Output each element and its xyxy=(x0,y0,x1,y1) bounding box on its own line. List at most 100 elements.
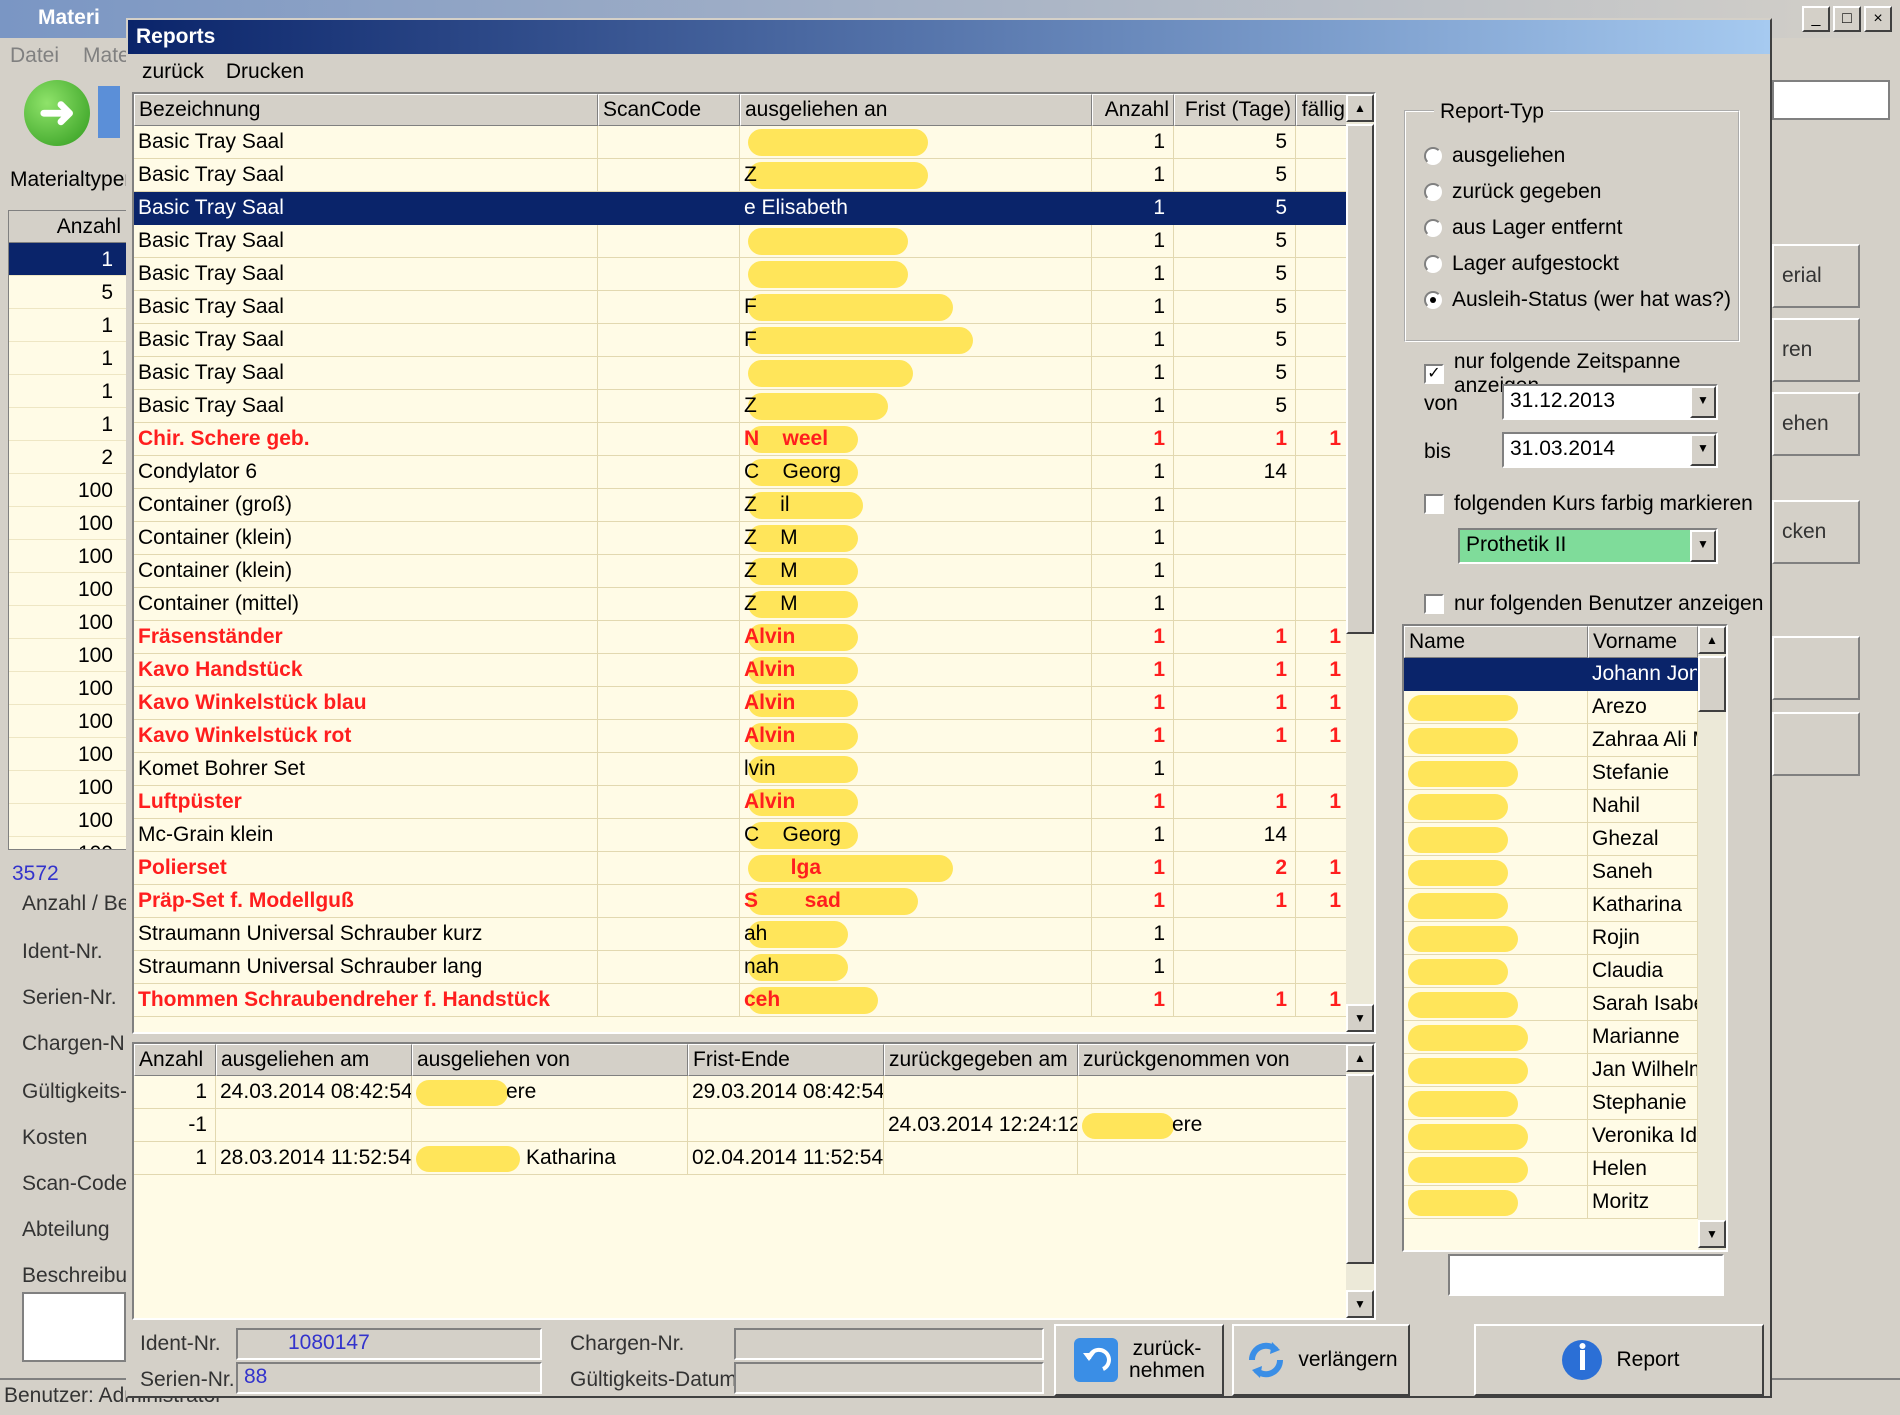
table-row[interactable]: Luftpüster Alvin 1 1 1 xyxy=(134,786,1350,819)
column-header[interactable]: ausgeliehen am xyxy=(216,1044,412,1076)
table-row[interactable]: Container (groß) Z il 1 xyxy=(134,489,1350,522)
zeitspanne-check-icon[interactable]: ✓ xyxy=(1424,364,1444,384)
column-header[interactable]: Frist-Ende xyxy=(688,1044,884,1076)
verlaengern-button[interactable]: verlängern xyxy=(1232,1324,1410,1396)
scroll-thumb[interactable] xyxy=(1698,656,1726,712)
column-header[interactable]: Vorname xyxy=(1588,626,1698,658)
table-row[interactable]: Präp-Set f. Modellguß S sad 1 1 1 xyxy=(134,885,1350,918)
table-row[interactable]: Basic Tray Saal Z 1 5 xyxy=(134,390,1350,423)
column-header[interactable]: zurückgenommen von xyxy=(1078,1044,1362,1076)
scroll-up-icon[interactable]: ▲ xyxy=(1346,1044,1374,1072)
user-row[interactable]: Helen xyxy=(1404,1153,1698,1186)
column-header[interactable]: Anzahl xyxy=(1092,94,1174,126)
serien-field[interactable]: 88 xyxy=(236,1362,542,1394)
table-row[interactable]: 1 28.03.2014 11:52:54 Katharina 02.04.2014 … xyxy=(134,1142,1362,1175)
table-row[interactable]: Kavo Winkelstück rot Alvin 1 1 1 xyxy=(134,720,1350,753)
list-item[interactable]: 2 xyxy=(9,441,127,474)
radio-icon[interactable] xyxy=(1424,255,1442,273)
column-header[interactable]: ausgeliehen an xyxy=(740,94,1092,126)
report-typ-option[interactable]: ausgeliehen xyxy=(1424,144,1565,168)
menu-datei[interactable]: Datei xyxy=(10,44,59,68)
table-row[interactable]: Kavo Handstück Alvin 1 1 1 xyxy=(134,654,1350,687)
user-row[interactable]: Johann Jonj xyxy=(1404,658,1698,691)
maximize-button[interactable]: □ xyxy=(1833,6,1861,32)
table-row[interactable]: Container (mittel) Z M 1 xyxy=(134,588,1350,621)
report-button[interactable]: Report xyxy=(1474,1324,1764,1396)
scroll-down-icon[interactable]: ▼ xyxy=(1346,1290,1374,1318)
list-item[interactable]: 100 xyxy=(9,705,127,738)
list-item[interactable]: 1 xyxy=(9,243,127,276)
benutzer-checkbox[interactable]: nur folgenden Benutzer anzeigen xyxy=(1424,592,1763,616)
list-item[interactable]: 100 xyxy=(9,672,127,705)
user-row[interactable]: Saneh xyxy=(1404,856,1698,889)
list-item[interactable]: 100 xyxy=(9,540,127,573)
table-row[interactable]: Container (klein) Z M 1 xyxy=(134,522,1350,555)
column-header[interactable]: Name xyxy=(1404,626,1588,658)
radio-icon[interactable] xyxy=(1424,183,1442,201)
background-action-button[interactable] xyxy=(1772,712,1860,776)
column-header[interactable]: zurückgegeben am xyxy=(884,1044,1078,1076)
table-row[interactable]: Condylator 6 C Georg 1 14 xyxy=(134,456,1350,489)
scroll-down-icon[interactable]: ▼ xyxy=(1346,1004,1374,1032)
radio-icon[interactable] xyxy=(1424,219,1442,237)
scroll-up-icon[interactable]: ▲ xyxy=(1346,94,1374,122)
list-item[interactable]: 100 xyxy=(9,738,127,771)
user-row[interactable]: Stephanie xyxy=(1404,1087,1698,1120)
kurs-checkbox[interactable]: folgenden Kurs farbig markieren xyxy=(1424,492,1753,516)
history-grid-scrollbar[interactable]: ▲ ▼ xyxy=(1346,1044,1374,1318)
table-row[interactable]: Basic Tray Saal 1 5 xyxy=(134,225,1350,258)
user-row[interactable]: Jan Wilhelm xyxy=(1404,1054,1698,1087)
user-row[interactable]: Sarah Isabell xyxy=(1404,988,1698,1021)
table-row[interactable]: Straumann Universal Schrauber kurz ah 1 xyxy=(134,918,1350,951)
list-item[interactable]: 100 xyxy=(9,771,127,804)
gueltig-field[interactable] xyxy=(734,1362,1044,1394)
report-typ-option[interactable]: zurück gegeben xyxy=(1424,180,1601,204)
column-header[interactable]: Bezeichnung xyxy=(134,94,598,126)
table-row[interactable]: Kavo Winkelstück blau Alvin 1 1 1 xyxy=(134,687,1350,720)
table-row[interactable]: Basic Tray Saal Z 1 5 xyxy=(134,159,1350,192)
von-date-picker[interactable]: 31.12.2013 ▼ xyxy=(1502,384,1718,420)
menu-drucken[interactable]: Drucken xyxy=(226,60,304,84)
table-row[interactable]: Straumann Universal Schrauber lang nah 1 xyxy=(134,951,1350,984)
menu-material[interactable]: Mate xyxy=(83,44,130,68)
user-row[interactable]: Ghezal xyxy=(1404,823,1698,856)
list-item[interactable]: 100 xyxy=(9,474,127,507)
chargen-field[interactable] xyxy=(734,1328,1044,1360)
bis-date-picker[interactable]: 31.03.2014 ▼ xyxy=(1502,432,1718,468)
chevron-down-icon[interactable]: ▼ xyxy=(1690,386,1716,418)
table-row[interactable]: Chir. Schere geb. N weel 1 1 1 xyxy=(134,423,1350,456)
column-header[interactable]: fällig xyxy=(1296,94,1350,126)
kurs-check-icon[interactable] xyxy=(1424,494,1444,514)
background-action-button[interactable] xyxy=(1772,636,1860,700)
column-header[interactable]: Anzahl xyxy=(134,1044,216,1076)
table-row[interactable]: Basic Tray Saal 1 5 xyxy=(134,357,1350,390)
back-arrow-icon[interactable]: ➜ xyxy=(24,80,90,146)
list-item[interactable]: 100 xyxy=(9,804,127,837)
report-typ-option[interactable]: Lager aufgestockt xyxy=(1424,252,1619,276)
beschreibung-textbox[interactable] xyxy=(22,1292,126,1362)
ident-field[interactable]: 1080147 xyxy=(236,1328,542,1360)
table-row[interactable]: Basic Tray Saal e Elisabeth 1 5 xyxy=(134,192,1350,225)
radio-icon[interactable] xyxy=(1424,291,1442,309)
zuruecknehmen-button[interactable]: zurück- nehmen xyxy=(1054,1324,1224,1396)
user-row[interactable]: Moritz xyxy=(1404,1186,1698,1219)
user-filter-input[interactable] xyxy=(1448,1254,1724,1296)
background-action-button[interactable]: ehen xyxy=(1772,392,1860,456)
list-item[interactable]: 1 xyxy=(9,375,127,408)
minimize-button[interactable]: _ xyxy=(1802,6,1830,32)
menu-zurueck[interactable]: zurück xyxy=(142,60,204,84)
report-grid[interactable]: Bezeichnung ScanCode ausgeliehen an Anzahl F… xyxy=(132,92,1376,1034)
report-typ-option[interactable]: aus Lager entfernt xyxy=(1424,216,1622,240)
kurs-select[interactable]: Prothetik II ▼ xyxy=(1458,528,1718,564)
benutzer-check-icon[interactable] xyxy=(1424,594,1444,614)
anzahl-column-header[interactable]: Anzahl xyxy=(9,211,127,243)
chevron-down-icon[interactable]: ▼ xyxy=(1690,530,1716,562)
list-item[interactable]: 5 xyxy=(9,276,127,309)
list-item[interactable]: 100 xyxy=(9,507,127,540)
table-row[interactable]: Thommen Schraubendreher f. Handstück ceh 1… xyxy=(134,984,1350,1017)
user-row[interactable]: Zahraa Ali Ma xyxy=(1404,724,1698,757)
scroll-up-icon[interactable]: ▲ xyxy=(1698,626,1726,654)
close-button[interactable]: × xyxy=(1864,6,1892,32)
background-action-button[interactable]: cken xyxy=(1772,500,1860,564)
user-row[interactable]: Rojin xyxy=(1404,922,1698,955)
